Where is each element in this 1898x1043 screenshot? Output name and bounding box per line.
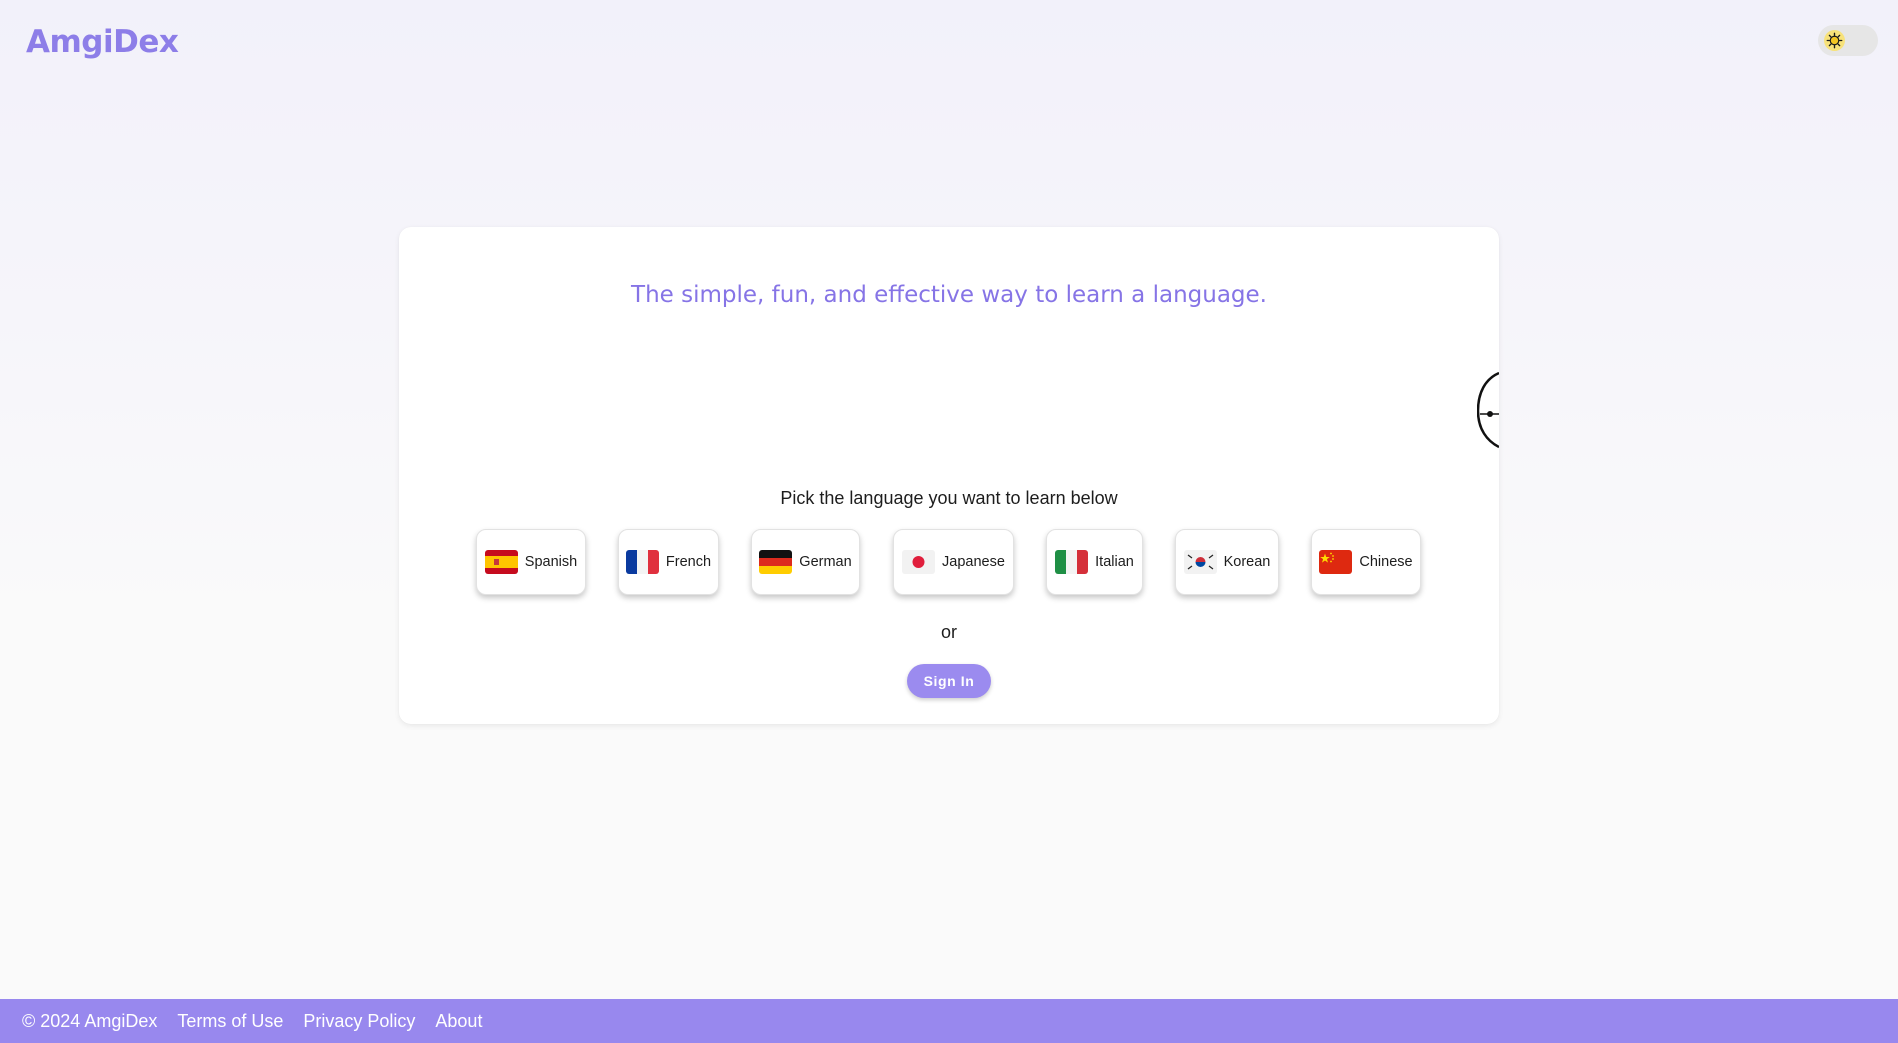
privacy-policy-link[interactable]: Privacy Policy [303, 1011, 415, 1032]
spain-flag-icon [484, 550, 518, 574]
sun-icon [1824, 30, 1845, 51]
language-label: Chinese [1359, 554, 1413, 570]
france-flag-icon [625, 550, 659, 574]
italy-flag-icon [1055, 550, 1089, 574]
pick-language-prompt: Pick the language you want to learn belo… [780, 488, 1118, 508]
korea-flag-icon [1183, 550, 1217, 574]
language-label: French [665, 554, 712, 570]
sign-in-button[interactable]: Sign In [907, 664, 991, 698]
language-button-french[interactable]: French [618, 529, 719, 595]
footer: © 2024 AmgiDex Terms of Use Privacy Poli… [0, 999, 1898, 1043]
language-button-spanish[interactable]: Spanish [476, 529, 586, 595]
logo[interactable]: AmgiDex [26, 24, 179, 60]
language-label: Spanish [524, 554, 578, 570]
language-label: Japanese [942, 554, 1005, 570]
language-button-korean[interactable]: Korean [1175, 529, 1279, 595]
language-label: Korean [1223, 554, 1271, 570]
or-divider: or [940, 622, 957, 642]
language-list: Spanish French German Japanese Italian K… [399, 529, 1499, 595]
japan-flag-icon [902, 550, 936, 574]
language-button-german[interactable]: German [751, 529, 860, 595]
china-flag-icon [1319, 550, 1353, 574]
language-button-japanese[interactable]: Japanese [893, 529, 1014, 595]
language-label: Italian [1095, 554, 1134, 570]
mascot-illustration [1476, 371, 1499, 451]
copyright: © 2024 AmgiDex [22, 1010, 158, 1031]
language-button-chinese[interactable]: Chinese [1311, 529, 1421, 595]
header: AmgiDex [0, 0, 1898, 90]
hero-card: The simple, fun, and effective way to le… [399, 227, 1499, 724]
tagline: The simple, fun, and effective way to le… [631, 282, 1267, 308]
germany-flag-icon [759, 550, 793, 574]
about-link[interactable]: About [435, 1011, 482, 1032]
theme-toggle[interactable] [1818, 25, 1878, 56]
terms-of-use-link[interactable]: Terms of Use [177, 1011, 283, 1032]
language-label: German [799, 554, 852, 570]
language-button-italian[interactable]: Italian [1046, 529, 1143, 595]
